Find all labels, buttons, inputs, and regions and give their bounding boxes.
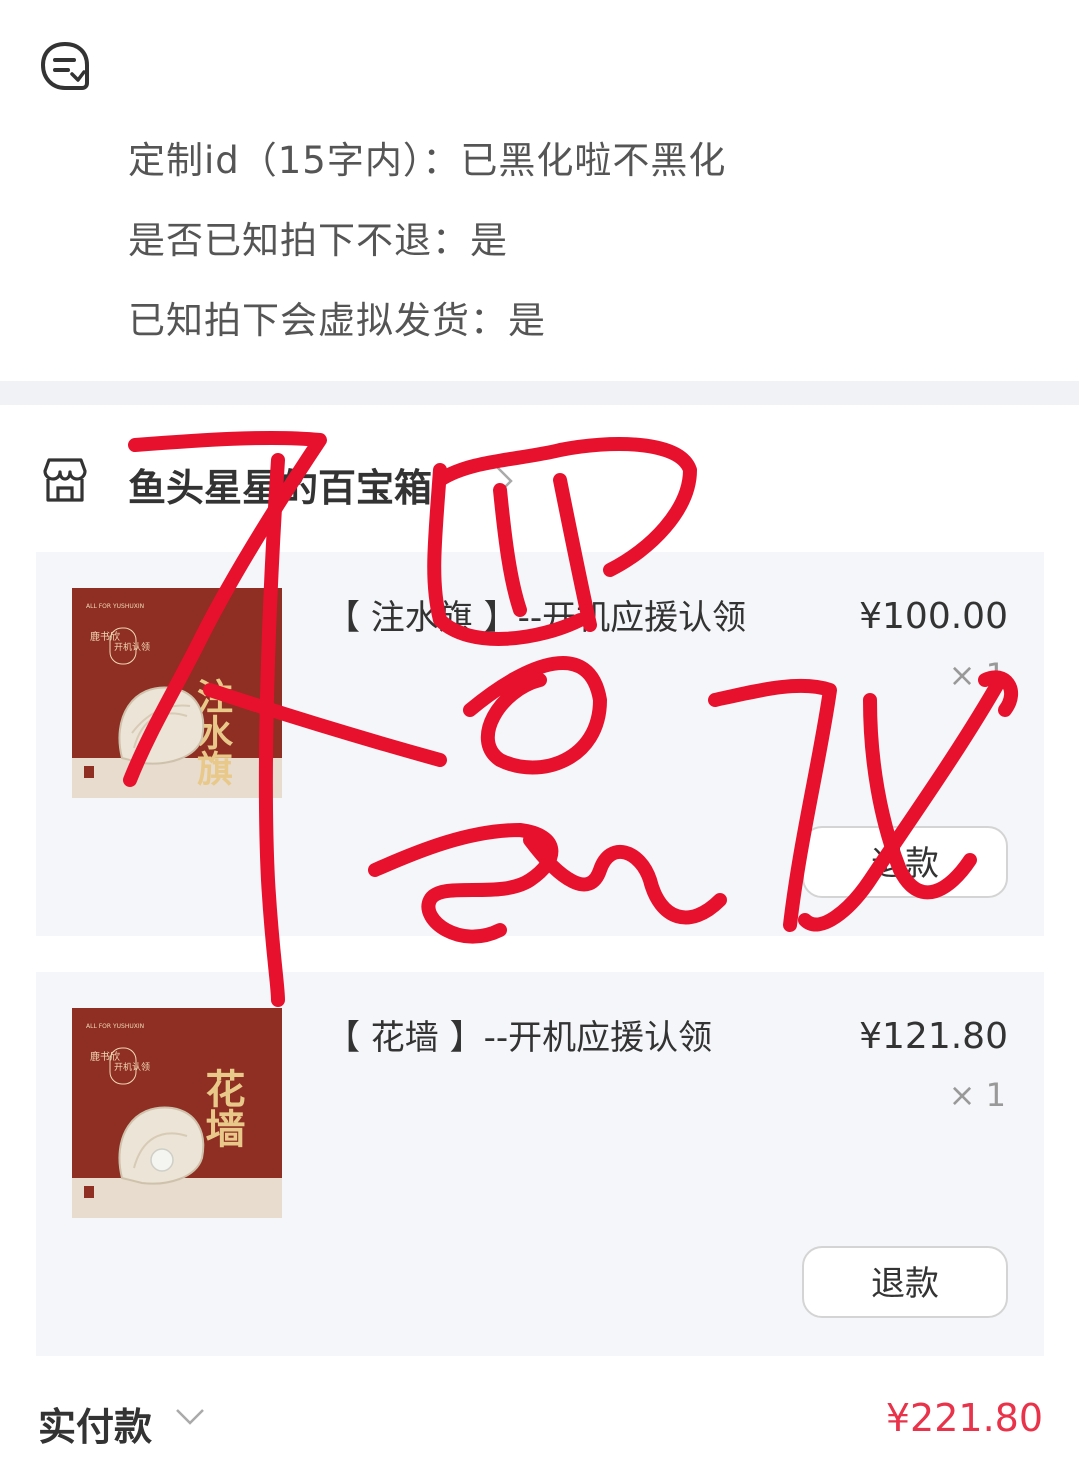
total-amount: ¥221.80 <box>885 1396 1043 1440</box>
svg-text:ALL FOR YUSHUXIN: ALL FOR YUSHUXIN <box>86 1023 144 1030</box>
spec-no-refund-ack: 是否已知拍下不退：是 <box>128 219 508 262</box>
chevron-right-icon[interactable] <box>492 464 516 498</box>
spec-custom-id: 定制id（15字内）：已黑化啦不黑化 <box>128 139 727 182</box>
refund-button[interactable]: 退款 <box>802 826 1008 898</box>
shop-icon <box>43 458 87 502</box>
thumb-author: 鹿书欣 <box>90 630 120 643</box>
chevron-down-icon[interactable] <box>174 1404 206 1430</box>
order-item-card[interactable]: ALL FOR YUSHUXIN 鹿书欣 开机认领 花墙 【 花墙 】--开机应… <box>36 972 1044 1356</box>
spec-virtual-delivery-ack: 已知拍下会虚拟发货：是 <box>128 299 546 342</box>
svg-text:ALL FOR YUSHUXIN: ALL FOR YUSHUXIN <box>86 603 144 610</box>
item-title[interactable]: 【 花墙 】--开机应援认领 <box>326 1010 712 1059</box>
order-item-card[interactable]: ALL FOR YUSHUXIN 鹿书欣 开机认领 注水旗 【 注水旗 】--开… <box>36 552 1044 936</box>
total-label[interactable]: 实付款 <box>38 1396 152 1451</box>
thumb-text: 花墙 <box>199 1068 246 1148</box>
thumb-author: 鹿书欣 <box>90 1050 120 1063</box>
shop-header[interactable]: 鱼头星星的百宝箱 <box>0 440 1079 520</box>
item-price: ¥121.80 <box>859 1016 1008 1057</box>
thumb-badge: 开机认领 <box>114 641 150 653</box>
shop-name[interactable]: 鱼头星星的百宝箱 <box>128 457 432 512</box>
item-price: ¥100.00 <box>859 596 1008 637</box>
product-thumbnail[interactable]: ALL FOR YUSHUXIN 鹿书欣 开机认领 花墙 <box>72 1008 282 1218</box>
item-title[interactable]: 【 注水旗 】--开机应援认领 <box>326 590 746 639</box>
item-quantity: × 1 <box>948 656 1006 694</box>
note-icon <box>40 41 89 90</box>
item-quantity: × 1 <box>948 1076 1006 1114</box>
product-thumbnail[interactable]: ALL FOR YUSHUXIN 鹿书欣 开机认领 注水旗 <box>72 588 282 798</box>
refund-button[interactable]: 退款 <box>802 1246 1008 1318</box>
thumb-badge: 开机认领 <box>114 1061 150 1073</box>
section-divider <box>0 381 1079 405</box>
